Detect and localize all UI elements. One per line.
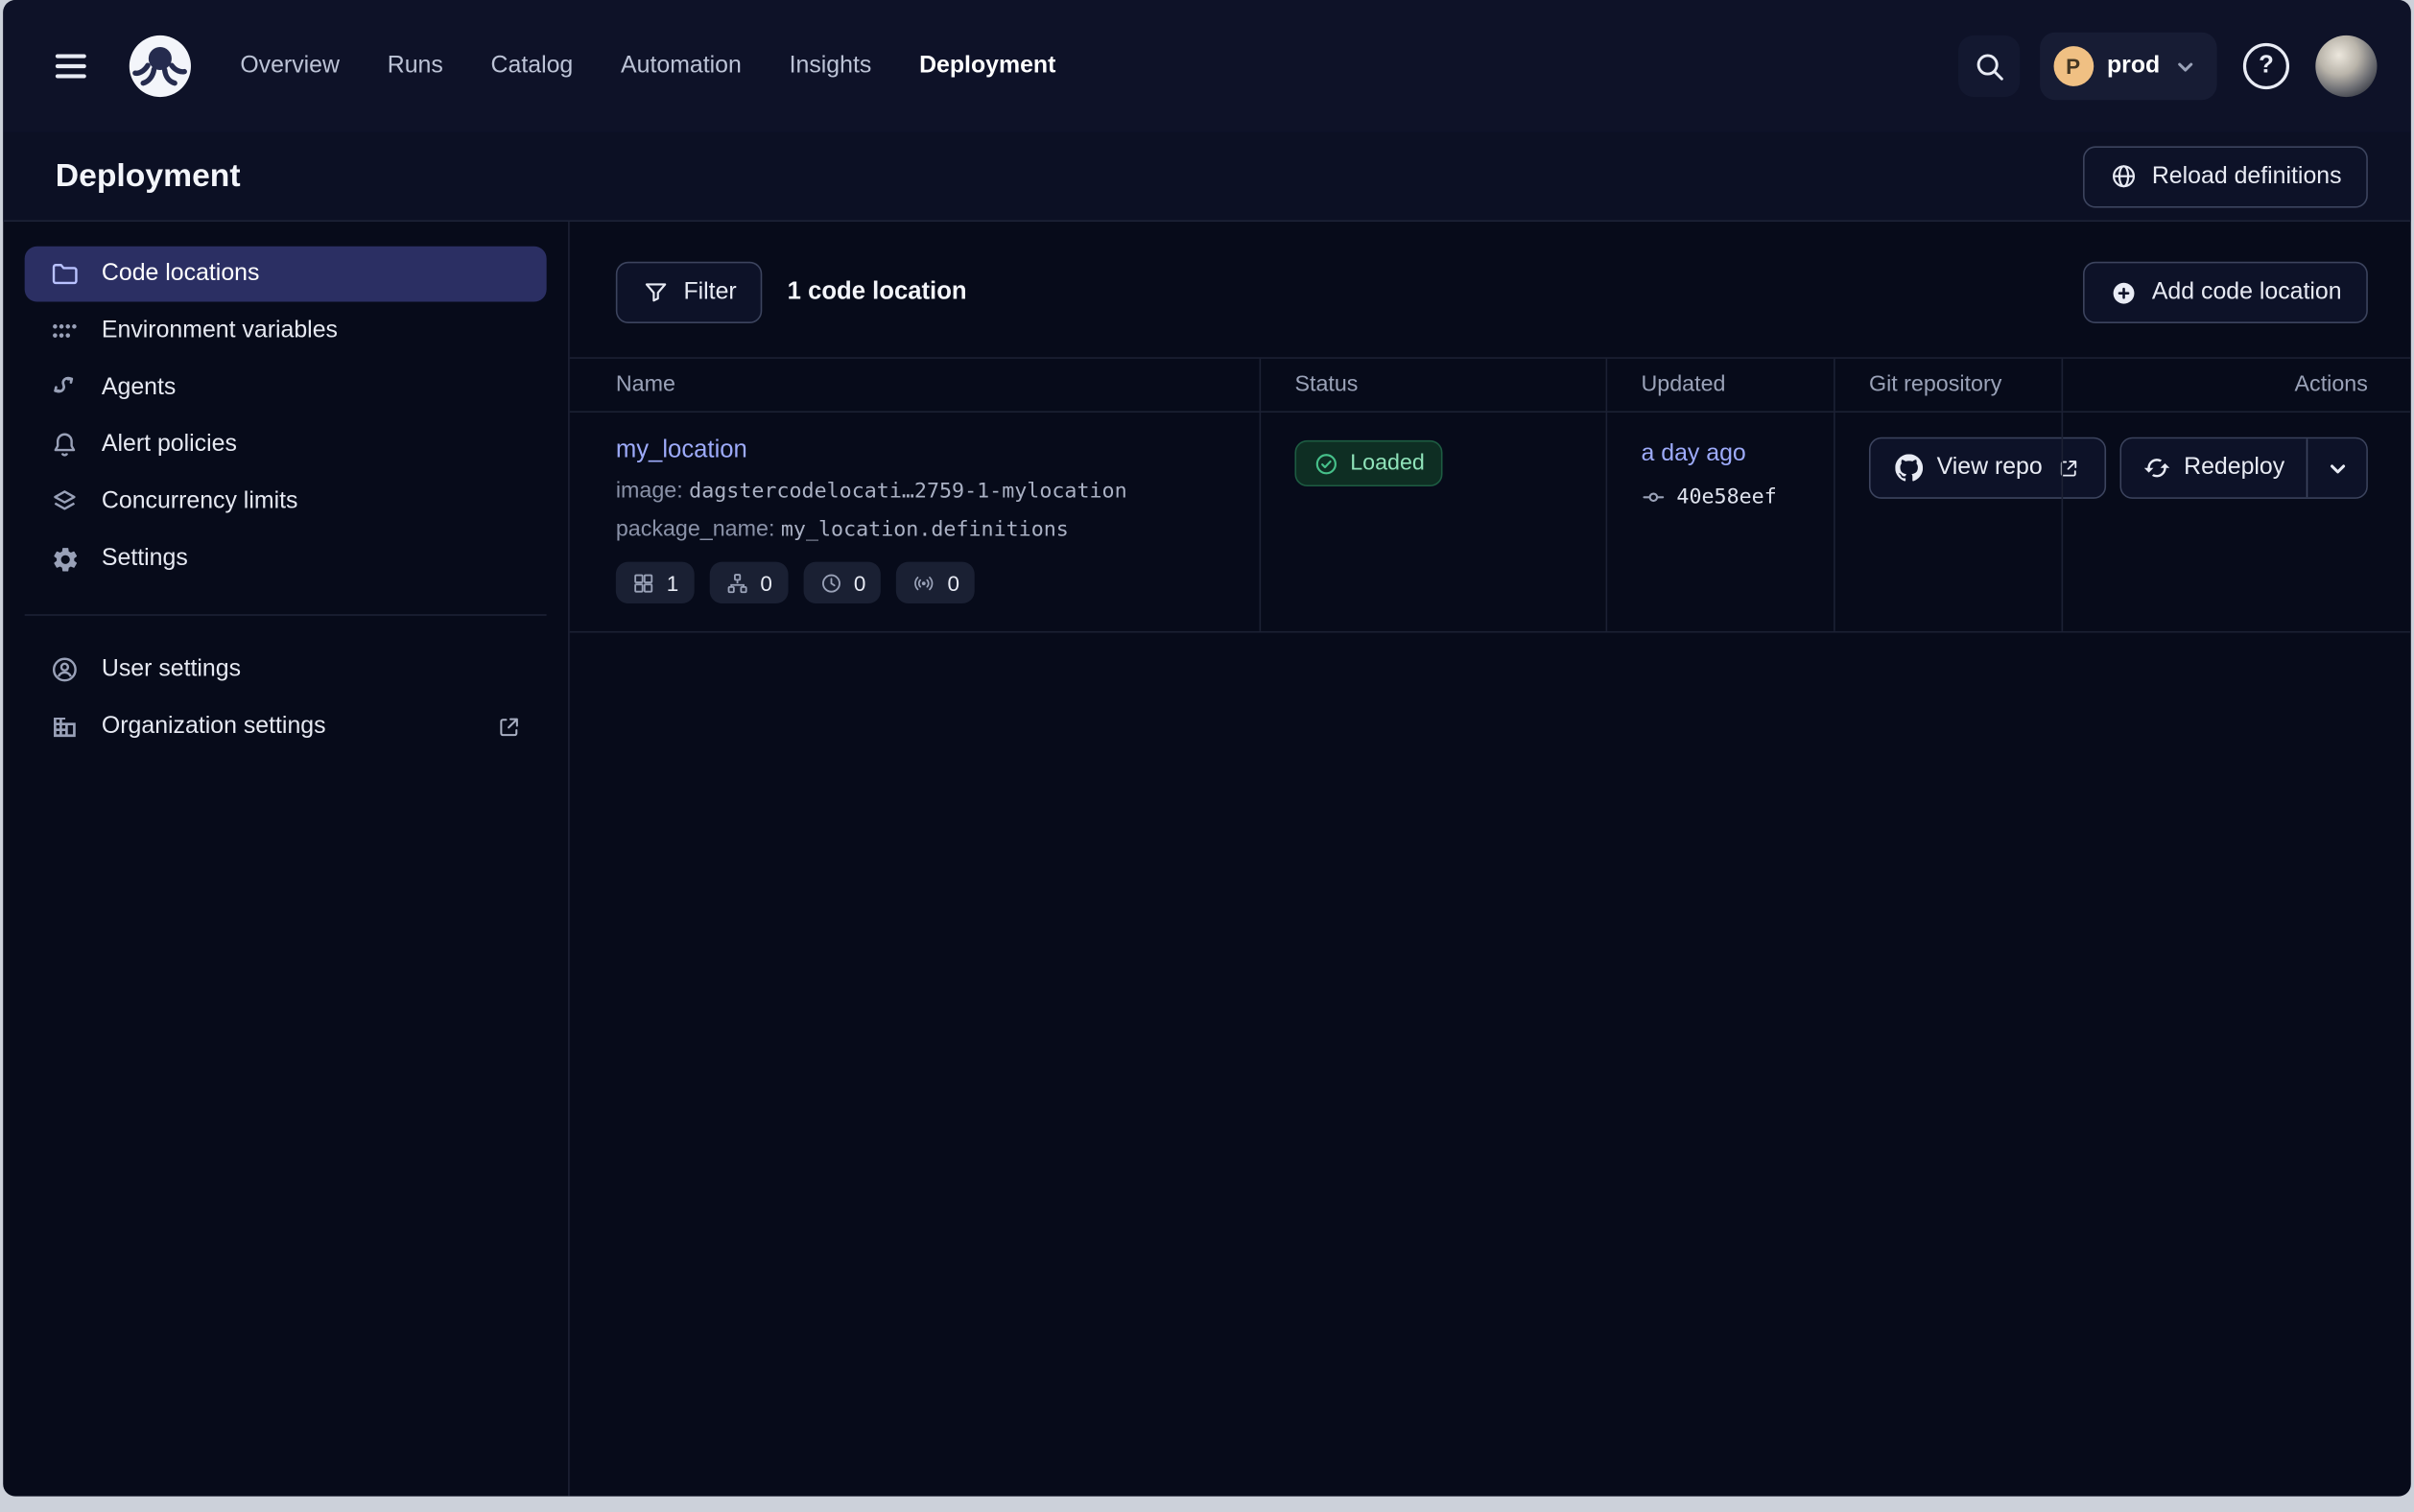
column-header-updated: Updated [1606,359,1834,412]
filter-icon [642,278,670,306]
sensors-count-chip[interactable]: 0 [896,562,975,603]
filter-button[interactable]: Filter [616,262,763,323]
external-link-icon [496,714,522,740]
primary-nav: Overview Runs Catalog Automation Insight… [240,53,1055,81]
table-header: Name Status Updated Git repository Actio… [570,357,2411,413]
nav-item-automation[interactable]: Automation [621,53,742,81]
jobs-count-chip[interactable]: 1 [616,562,695,603]
nav-item-insights[interactable]: Insights [790,53,872,81]
jobs-grid-icon [631,571,656,596]
folder-icon [49,259,80,290]
github-icon [1895,454,1923,482]
bell-icon [49,430,80,461]
reload-definitions-button[interactable]: Reload definitions [2083,146,2368,207]
code-location-count: 1 code location [788,278,967,306]
sidebar-item-environment-variables[interactable]: Environment variables [25,303,547,359]
workspace-name: prod [2107,53,2160,81]
user-icon [49,654,80,685]
sidebar-item-user-settings[interactable]: User settings [25,642,547,697]
dagster-logo-icon[interactable] [127,33,195,101]
schedules-count-chip[interactable]: 0 [803,562,882,603]
page-title: Deployment [56,157,241,195]
topnav-right-cluster: P prod ? [1957,33,2377,101]
nav-item-runs[interactable]: Runs [388,53,443,81]
globe-reload-icon [2109,161,2138,190]
help-icon: ? [2259,53,2274,81]
plus-circle-icon [2109,278,2138,307]
app-window: Overview Runs Catalog Automation Insight… [3,0,2411,1497]
agents-icon [49,372,80,403]
add-code-location-button[interactable]: Add code location [2083,262,2368,323]
column-header-git-repository: Git repository [1834,359,2061,412]
column-header-name: Name [570,359,1260,412]
top-nav: Overview Runs Catalog Automation Insight… [3,0,2411,132]
package-meta: package_name: my_location.definitions [616,517,1229,542]
cell-actions: Redeploy [2062,413,2411,631]
sidebar-item-concurrency-limits[interactable]: Concurrency limits [25,474,547,530]
sensor-icon [912,571,937,596]
building-icon [49,711,80,742]
commit-info: 40e58eef [1641,484,1802,509]
layers-icon [49,486,80,517]
chevron-down-icon [2326,457,2349,480]
refresh-icon [2142,454,2170,482]
column-header-status: Status [1260,359,1606,412]
search-button[interactable] [1957,35,2019,97]
cell-git-repository: View repo [1834,413,2061,631]
cell-name: my_location image: dagstercodelocati…275… [570,413,1260,631]
package-value: my_location.definitions [781,517,1069,542]
hamburger-menu-button[interactable] [37,33,106,101]
image-meta: image: dagstercodelocati…2759-1-mylocati… [616,479,1229,504]
redeploy-menu-button[interactable] [2307,438,2367,497]
redeploy-button[interactable]: Redeploy [2120,438,2306,497]
search-icon [1972,49,2005,83]
definition-count-chips: 1 0 [616,562,1229,603]
column-header-actions: Actions [2062,359,2411,412]
hamburger-icon [51,46,91,86]
user-avatar[interactable] [2315,35,2377,97]
toolbar: Filter 1 code location Add code location [570,222,2411,357]
status-badge: Loaded [1294,440,1443,486]
sidebar-item-alert-policies[interactable]: Alert policies [25,417,547,473]
nav-item-catalog[interactable]: Catalog [491,53,574,81]
nav-item-deployment[interactable]: Deployment [919,53,1055,81]
env-vars-icon [49,316,80,346]
code-location-name-link[interactable]: my_location [616,437,747,463]
image-value: dagstercodelocati…2759-1-mylocation [689,479,1126,504]
cell-status: Loaded [1260,413,1606,631]
chevron-down-icon [2174,55,2197,78]
commit-hash: 40e58eef [1676,484,1776,509]
table-row: my_location image: dagstercodelocati…275… [570,413,2411,632]
sidebar-item-settings[interactable]: Settings [25,532,547,587]
main-content: Filter 1 code location Add code location… [570,222,2411,1497]
updated-time-link[interactable]: a day ago [1641,440,1745,466]
workspace-avatar: P [2053,46,2094,86]
workspace-switcher[interactable]: P prod [2039,33,2216,101]
nav-item-overview[interactable]: Overview [240,53,340,81]
redeploy-split-button: Redeploy [2119,437,2368,499]
sidebar: Code locations Environment variables Age… [3,222,569,1497]
sidebar-item-organization-settings[interactable]: Organization settings [25,698,547,754]
commit-icon [1641,484,1666,509]
graph-icon [724,571,749,596]
graphs-count-chip[interactable]: 0 [709,562,788,603]
help-button[interactable]: ? [2243,43,2289,89]
sidebar-item-code-locations[interactable]: Code locations [25,247,547,302]
page-header: Deployment Reload definitions [3,132,2411,222]
cell-updated: a day ago 40e58eef [1606,413,1834,631]
check-circle-icon [1314,450,1339,476]
sidebar-divider [25,614,547,616]
sidebar-item-agents[interactable]: Agents [25,360,547,415]
schedule-clock-icon [818,571,843,596]
gear-icon [49,543,80,574]
